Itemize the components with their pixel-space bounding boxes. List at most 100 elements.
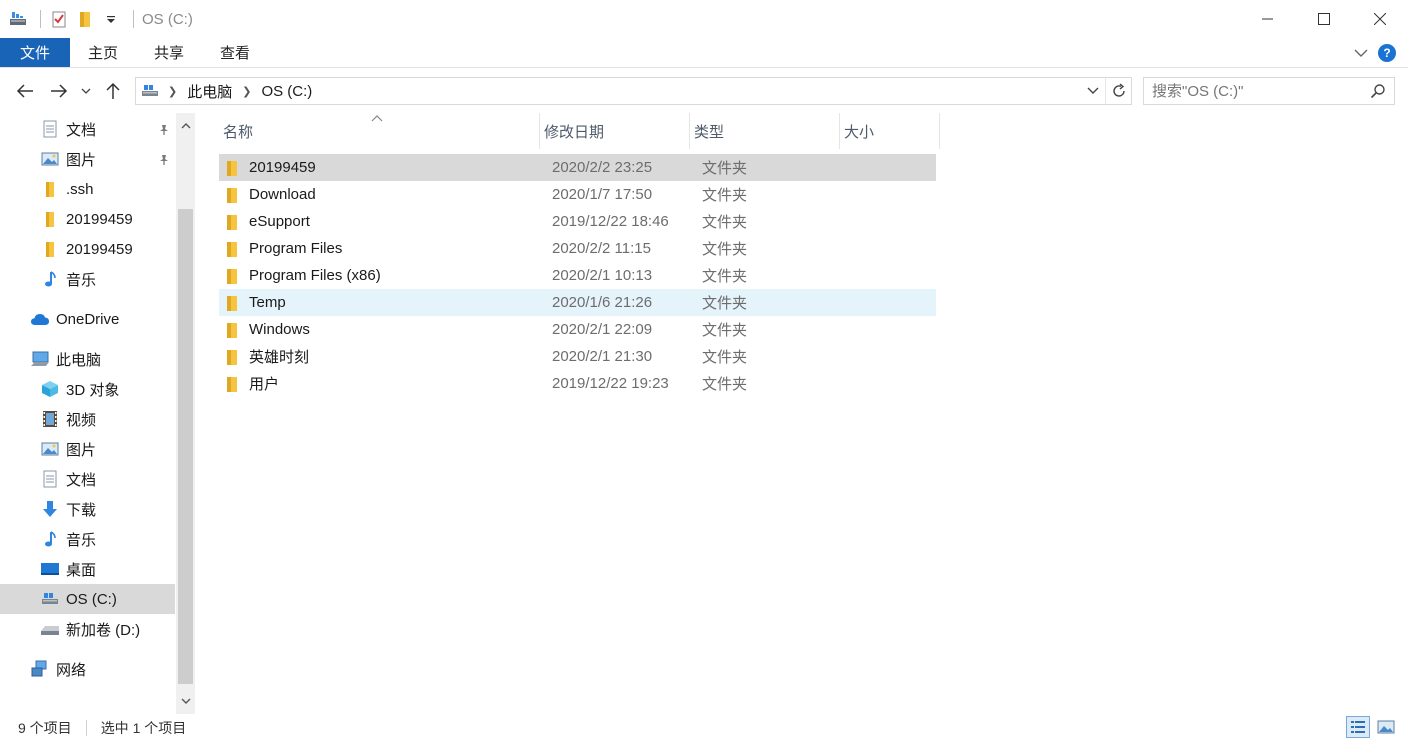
column-header-type[interactable]: 类型 [690,113,840,149]
folder-icon [225,267,243,285]
details-view-button[interactable] [1346,716,1370,738]
search-input[interactable] [1152,82,1362,100]
folder-icon [225,294,243,312]
file-date: 2020/2/2 11:15 [552,240,651,257]
close-icon [1374,13,1386,25]
table-row[interactable]: 英雄时刻 2020/2/1 21:30 文件夹 [219,343,936,370]
documents-icon [40,469,60,489]
nav-item-label: 网络 [56,661,87,679]
customize-toolbar-icon[interactable] [101,9,121,29]
folder-icon [40,179,60,199]
nav-item-label: OneDrive [56,310,120,328]
column-header-date[interactable]: 修改日期 [540,113,690,149]
table-row[interactable]: Download 2020/1/7 17:50 文件夹 [219,181,936,208]
nav-item-label: .ssh [66,180,94,198]
scroll-thumb[interactable] [178,209,193,684]
file-date: 2020/2/1 22:09 [552,321,653,338]
minimize-button[interactable] [1240,0,1296,38]
nav-item-os-c[interactable]: OS (C:) [0,584,175,614]
folder-icon [225,321,243,339]
large-icons-view-button[interactable] [1374,716,1398,738]
file-date: 2019/12/22 19:23 [552,375,669,392]
nav-item-label: 视频 [66,411,97,429]
forward-button[interactable] [42,75,76,107]
chevron-up-icon [181,122,190,128]
column-label: 名称 [223,123,254,141]
folder-icon [225,159,243,177]
nav-item-label: 图片 [66,151,97,169]
table-row[interactable]: Program Files (x86) 2020/2/1 10:13 文件夹 [219,262,936,289]
breadcrumb-chevron-icon: ❯ [168,85,178,98]
column-header-name[interactable]: 名称 [219,113,540,149]
address-history-button[interactable] [1083,78,1103,104]
table-row[interactable]: 20199459 2020/2/2 23:25 文件夹 [219,154,936,181]
3d-objects-icon [40,379,60,399]
desktop-icon [40,559,60,579]
table-row[interactable]: Temp 2020/1/6 21:26 文件夹 [219,289,936,316]
address-bar[interactable]: ❯ 此电脑 ❯ OS (C:) [135,77,1132,105]
toolbar-divider [133,10,134,28]
os-drive-icon [140,83,160,99]
nav-item-label: 下载 [66,501,97,519]
column-header-size[interactable]: 大小 [840,113,940,149]
file-name: Program Files [249,240,343,257]
maximize-icon [1318,13,1330,25]
table-row[interactable]: eSupport 2019/12/22 18:46 文件夹 [219,208,936,235]
folder-icon [225,375,243,393]
column-label: 修改日期 [544,123,605,141]
tab-home[interactable]: 主页 [70,38,136,67]
column-label: 大小 [844,123,875,141]
file-name: Download [249,186,316,203]
file-type: 文件夹 [702,376,748,393]
tab-share[interactable]: 共享 [136,38,202,67]
file-list-header: 名称 修改日期 类型 大小 [219,113,940,149]
quick-access-toolbar: OS (C:) [0,0,193,38]
breadcrumb-this-pc[interactable]: 此电脑 [187,81,232,102]
nav-pane-scrollbar[interactable] [176,113,195,714]
status-bar: 9 个项目 选中 1 个项目 [0,714,1408,742]
folder-icon [225,186,243,204]
recent-locations-button[interactable] [76,75,96,107]
column-label: 类型 [694,123,725,141]
nav-item-label: 此电脑 [56,351,102,369]
help-button[interactable]: ? [1378,44,1396,62]
new-folder-icon[interactable] [75,9,95,29]
search-icon[interactable] [1370,83,1386,103]
up-button[interactable] [96,75,130,107]
file-name: Program Files (x86) [249,267,381,284]
table-row[interactable]: 用户 2019/12/22 19:23 文件夹 [219,370,936,397]
nav-item-label: 新加卷 (D:) [66,621,141,639]
scroll-down-button[interactable] [176,691,195,711]
drive-icon [40,619,60,639]
tab-file[interactable]: 文件 [0,38,70,67]
file-type: 文件夹 [702,295,748,312]
downloads-icon [40,499,60,519]
table-row[interactable]: Windows 2020/2/1 22:09 文件夹 [219,316,936,343]
scroll-up-button[interactable] [176,115,195,135]
navigation-bar: ❯ 此电脑 ❯ OS (C:) [0,69,1408,113]
sort-ascending-icon [371,113,383,125]
ribbon-tabs: 文件 主页 共享 查看 ? [0,38,1408,68]
this-pc-icon [30,349,50,369]
music-icon [40,269,60,289]
folder-icon [40,239,60,259]
file-type: 文件夹 [702,268,748,285]
file-type: 文件夹 [702,241,748,258]
folder-icon [40,209,60,229]
nav-item-label: 20199459 [66,210,133,228]
breadcrumb-os-c[interactable]: OS (C:) [261,83,312,100]
back-button[interactable] [8,75,42,107]
item-count: 9 个项目 [18,720,72,736]
refresh-button[interactable] [1105,78,1131,104]
properties-icon[interactable] [49,9,69,29]
close-button[interactable] [1352,0,1408,38]
expand-ribbon-icon[interactable] [1354,48,1368,58]
tab-view[interactable]: 查看 [202,38,268,67]
table-row[interactable]: Program Files 2020/2/2 11:15 文件夹 [219,235,936,262]
breadcrumb-chevron-icon: ❯ [242,85,252,98]
documents-icon [40,119,60,139]
folder-icon [225,240,243,258]
file-date: 2020/2/2 23:25 [552,159,653,176]
search-box[interactable] [1143,77,1395,105]
maximize-button[interactable] [1296,0,1352,38]
